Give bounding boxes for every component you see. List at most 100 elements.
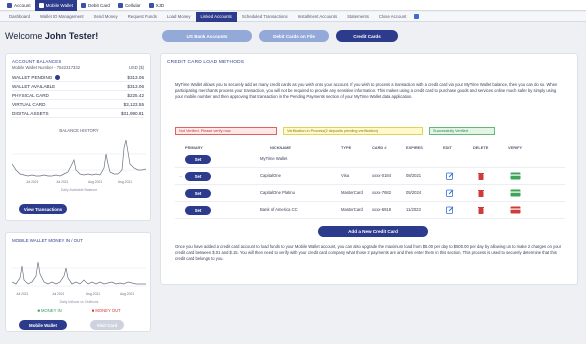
card-expires: 08/2021 <box>406 173 422 178</box>
set-primary-button[interactable]: Set <box>185 155 211 164</box>
credit-card-panel-title: CREDIT CARD LOAD METHODS <box>167 60 245 65</box>
credit-card-load-methods-panel: CREDIT CARD LOAD METHODS MyTime Wallet a… <box>160 53 578 285</box>
col-primary: PRIMARY <box>185 145 203 150</box>
subnav-scheduled[interactable]: Scheduled Transactions <box>237 12 293 22</box>
welcome-user-name: John Tester! <box>44 31 99 41</box>
card-type: Visa <box>341 173 350 178</box>
tab-us-bank-accounts[interactable]: US Bank Accounts <box>162 30 252 42</box>
topnav-mobile-wallet[interactable]: Mobile Wallet <box>34 0 78 11</box>
col-type: TYPE <box>341 145 352 150</box>
card-nickname: Bank of America CC <box>260 207 298 212</box>
info-icon[interactable] <box>55 75 61 80</box>
verify-card-icon[interactable] <box>510 189 521 197</box>
set-primary-button[interactable]: Set <box>185 189 211 198</box>
balance-label: PHYSICAL CARD <box>12 93 49 98</box>
card-type: MasterCard <box>341 190 363 195</box>
balance-value: $31,990.81 <box>121 111 144 116</box>
tab-debit-cards[interactable]: Debit Cards on File <box>259 30 329 42</box>
export-icon[interactable] <box>414 14 420 19</box>
edit-icon[interactable] <box>446 189 454 197</box>
subnav-linked-accounts[interactable]: Linked Accounts <box>195 11 237 22</box>
legend-not-verified: Not Verified. Please verify now. <box>175 127 277 135</box>
table-row: Set MyTime Wallet <box>175 151 565 168</box>
delete-icon[interactable] <box>477 189 485 197</box>
subnav-close-account[interactable]: Close Account <box>374 12 411 22</box>
col-verify: VERIFY <box>508 145 523 150</box>
edit-icon[interactable] <box>446 172 454 180</box>
add-credit-card-button[interactable]: Add a New Credit Card <box>318 226 428 237</box>
verify-card-icon[interactable] <box>510 206 521 214</box>
verification-legend: Not Verified. Please verify now. Verific… <box>175 127 495 135</box>
topnav-account-label: Account <box>14 2 31 8</box>
mw-x-label: Aug 2021 <box>86 292 100 296</box>
account-icon <box>7 2 12 8</box>
topnav-debit-card[interactable]: Debit Card <box>77 0 114 11</box>
subnav-send-money[interactable]: Send Money <box>89 12 123 22</box>
balance-row-physical-card: PHYSICAL CARD $225.42 <box>12 92 144 100</box>
view-transactions-button[interactable]: View Transactions <box>19 204 67 214</box>
history-caption: Daily Available Balance <box>60 188 98 192</box>
history-x-label: Jul 2021 <box>56 180 69 184</box>
subnav-load-money[interactable]: Load Money <box>162 12 196 22</box>
legend-money-in-label: MONEY IN <box>41 308 62 313</box>
money-in-out-panel: MOBILE WALLET MONEY IN / OUT Jul 2021 Ju… <box>5 232 151 332</box>
balance-history-title: BALANCE HISTORY <box>59 128 99 133</box>
topnav-account[interactable]: Account <box>3 0 35 11</box>
card-number: xxxx-7682 <box>372 190 392 195</box>
history-x-label: Jul 2021 <box>26 180 39 184</box>
table-row: → Set CapitalOne Visa xxxx-0184 08/2021 <box>175 168 565 185</box>
welcome-heading: Welcome John Tester! <box>5 31 98 41</box>
verify-card-icon[interactable] <box>510 172 521 180</box>
phone-icon <box>117 2 123 8</box>
balances-title: ACCOUNT BALANCES <box>12 59 62 64</box>
balance-row-available: WALLET AVAILABLE $313.06 <box>12 83 144 91</box>
mw-x-label: Aug 2021 <box>120 292 134 296</box>
visit-card-button[interactable]: Visit Card <box>90 320 124 330</box>
card-number: xxxx-6918 <box>372 207 392 212</box>
balance-value: $225.42 <box>127 93 144 98</box>
subnav-statements[interactable]: Statements <box>342 12 374 22</box>
tab-credit-cards[interactable]: Credit Cards <box>336 30 398 42</box>
col-card-number: CARD # <box>372 145 387 150</box>
topnav-xjd-label: XJD <box>155 2 165 8</box>
money-in-out-title: MOBILE WALLET MONEY IN / OUT <box>12 238 83 243</box>
col-edit: EDIT <box>443 145 452 150</box>
card-type: MasterCard <box>341 207 363 212</box>
balance-row-virtual-card: VIRTUAL CARD $3,123.55 <box>12 101 144 109</box>
balance-row-digital-assets: DIGITAL ASSETS $31,990.81 <box>12 110 144 118</box>
table-row: Set CapitalOne Platinu MasterCard xxxx-7… <box>175 185 565 202</box>
topnav-debit-card-label: Debit Card <box>88 2 110 8</box>
balance-label: WALLET PENDING <box>12 75 53 80</box>
card-nickname: MyTime Wallet <box>260 156 288 161</box>
table-row: Set Bank of America CC MasterCard xxxx-6… <box>175 202 565 219</box>
money-in-out-legend: ■ MONEY IN ■ MONEY OUT <box>6 308 152 313</box>
delete-icon[interactable] <box>477 206 485 214</box>
balance-history-chart: Jul 2021 Jul 2021 Aug 2021 Aug 2021 <box>12 139 146 184</box>
wallet-icon <box>38 2 44 8</box>
card-nickname: CapitalOne <box>260 173 281 178</box>
subnav-request-funds[interactable]: Request Funds <box>123 12 162 22</box>
topnav-cellular[interactable]: Cellular <box>114 0 145 11</box>
topnav-mobile-wallet-label: Mobile Wallet <box>45 2 74 8</box>
account-balances-panel: ACCOUNT BALANCES Mobile Wallet Number - … <box>5 53 151 221</box>
account-type-tabs: US Bank Accounts Debit Cards on File Cre… <box>162 30 398 42</box>
col-expires: EXPIRES <box>406 145 423 150</box>
subnav-wallet-id[interactable]: Wallet ID Management <box>35 12 89 22</box>
set-primary-button[interactable]: Set <box>185 206 211 215</box>
legend-money-in: ■ MONEY IN <box>37 308 62 313</box>
mobile-wallet-button[interactable]: Mobile Wallet <box>19 320 67 330</box>
delete-icon[interactable] <box>477 172 485 180</box>
legend-money-out: ■ MONEY OUT <box>91 308 121 313</box>
money-in-out-chart: Jul 2021 Jul 2021 Aug 2021 Aug 2021 <box>12 261 146 296</box>
topnav-xjd[interactable]: XJD <box>145 0 169 11</box>
set-primary-button[interactable]: Set <box>185 172 211 181</box>
subnav-dashboard[interactable]: Dashboard <box>4 12 35 22</box>
edit-icon[interactable] <box>446 206 454 214</box>
subnav-installment[interactable]: Installment Accounts <box>293 12 342 22</box>
welcome-prefix: Welcome <box>5 31 43 41</box>
currency-icon <box>148 2 154 8</box>
legend-verification-in-process: Verification in Process(2 deposits pendi… <box>283 127 423 135</box>
balance-value: $313.06 <box>127 84 144 89</box>
card-nickname: CapitalOne Platinu <box>260 190 295 195</box>
mw-caption: Daily Inflows vs Outflows <box>59 300 99 304</box>
